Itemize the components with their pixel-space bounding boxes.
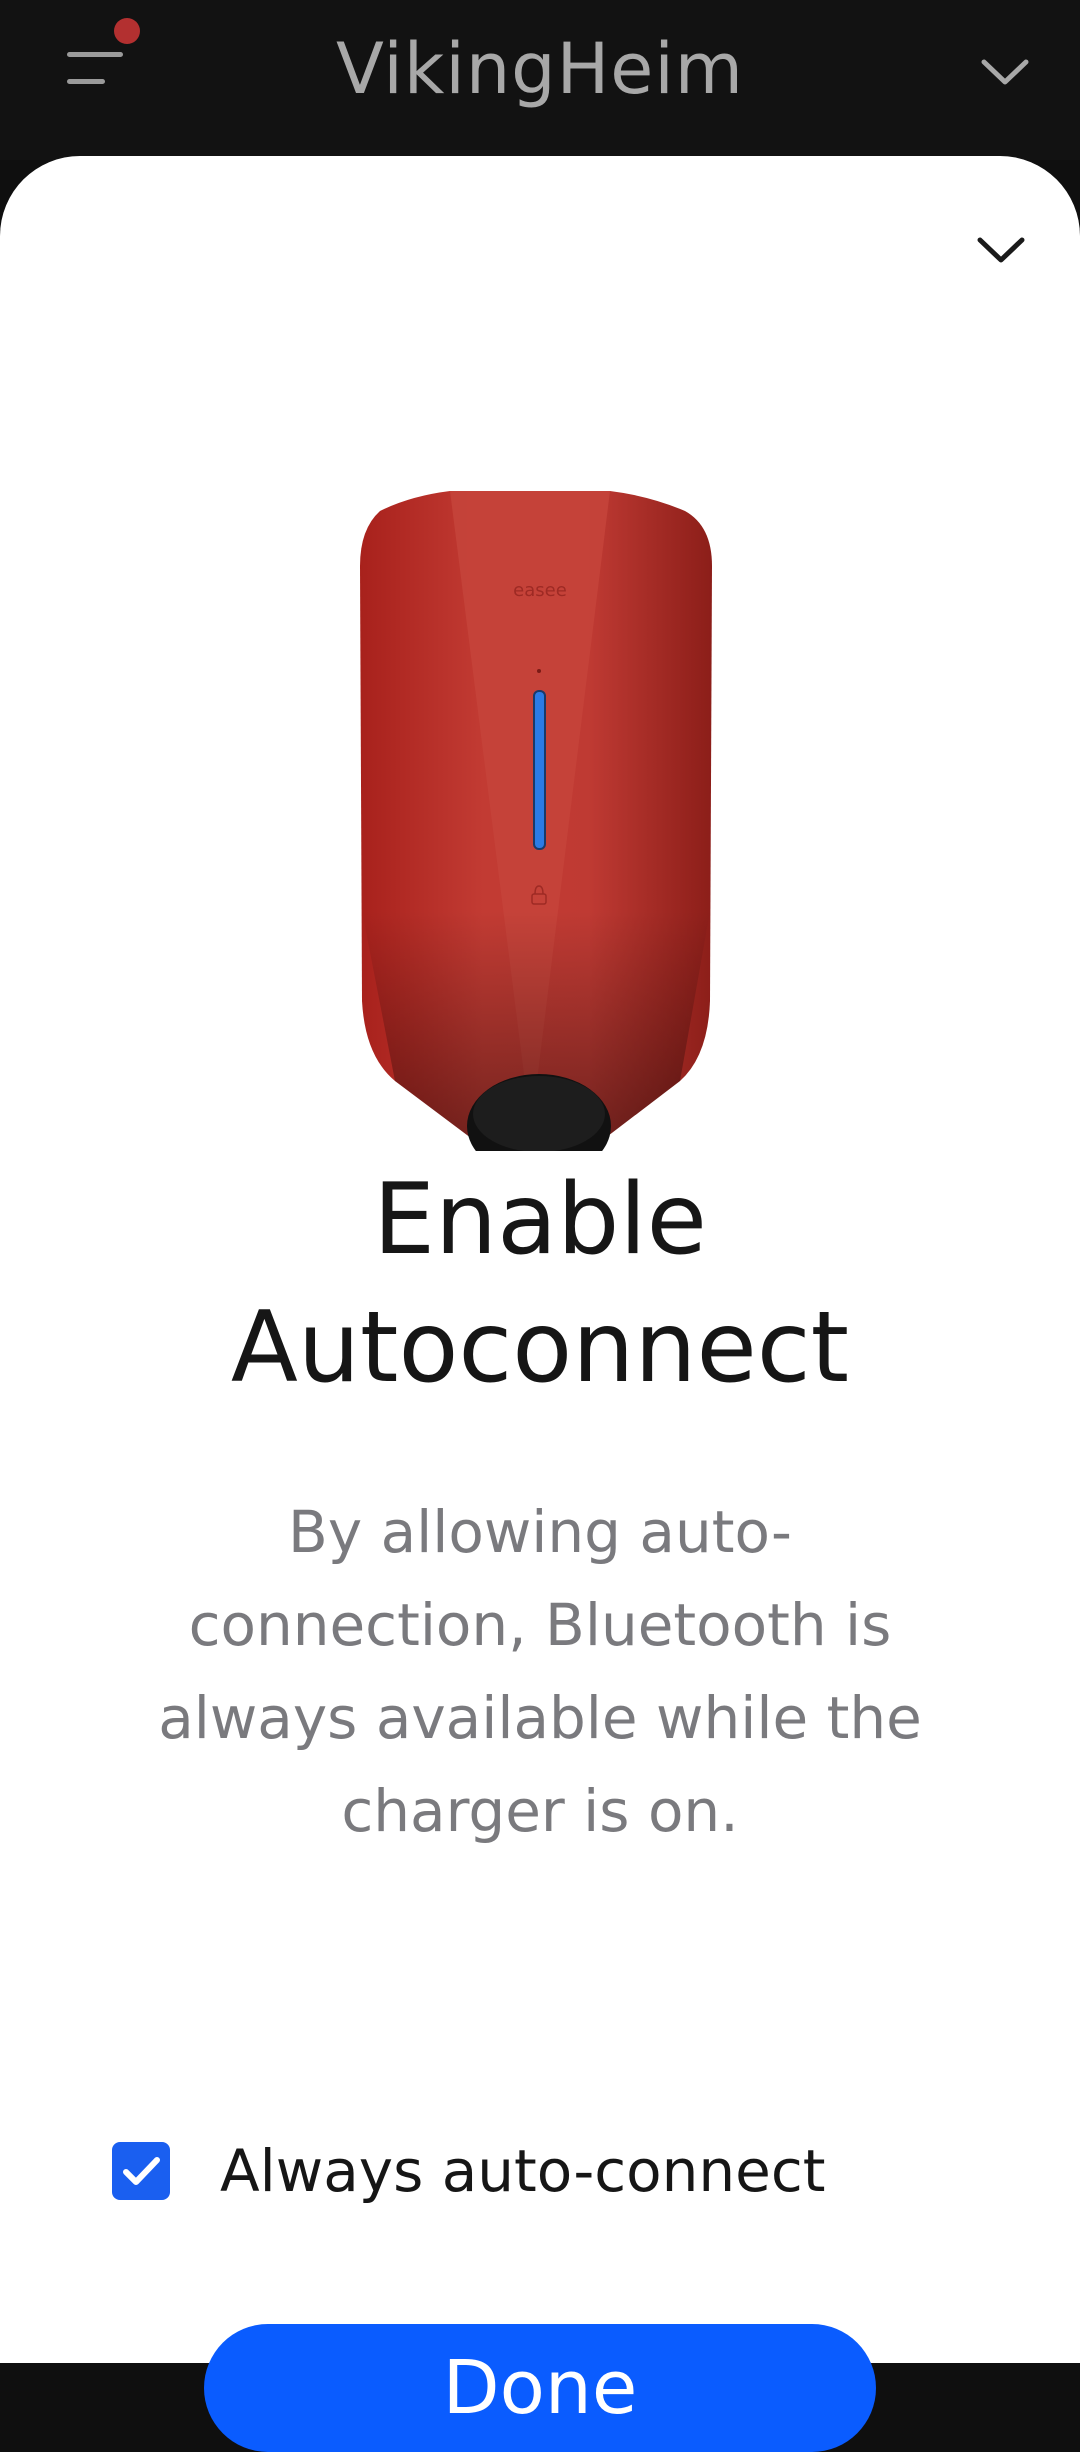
description-line-4: charger is on. — [341, 1777, 739, 1845]
collapse-sheet-button[interactable] — [966, 220, 1036, 280]
description-line-2: connection, Bluetooth is — [188, 1591, 892, 1659]
site-dropdown-button[interactable] — [970, 42, 1040, 102]
charger-image: easee — [360, 491, 712, 1151]
autoconnect-sheet: easee Enable Autoconnect By allowing aut… — [0, 156, 1080, 2452]
title-line-1: Enable — [373, 1163, 707, 1277]
always-autoconnect-checkbox[interactable] — [112, 2142, 170, 2200]
done-button[interactable]: Done — [204, 2324, 876, 2452]
description: By allowing auto- connection, Bluetooth … — [110, 1486, 970, 1858]
app-header: VikingHeim — [0, 0, 1080, 160]
led-indicator — [533, 690, 546, 850]
always-autoconnect-option[interactable]: Always auto-connect — [110, 2131, 970, 2211]
page-title: Enable Autoconnect — [0, 1156, 1080, 1412]
site-title[interactable]: VikingHeim — [0, 28, 1080, 110]
checkmark-icon — [123, 2157, 160, 2185]
chevron-down-icon — [977, 237, 1025, 263]
description-line-1: By allowing auto- — [288, 1498, 792, 1566]
title-line-2: Autoconnect — [230, 1291, 850, 1405]
checkbox-label: Always auto-connect — [220, 2137, 826, 2205]
description-line-3: always available while the — [158, 1684, 922, 1752]
chevron-down-icon — [981, 59, 1029, 85]
brand-logo: easee — [513, 580, 567, 601]
